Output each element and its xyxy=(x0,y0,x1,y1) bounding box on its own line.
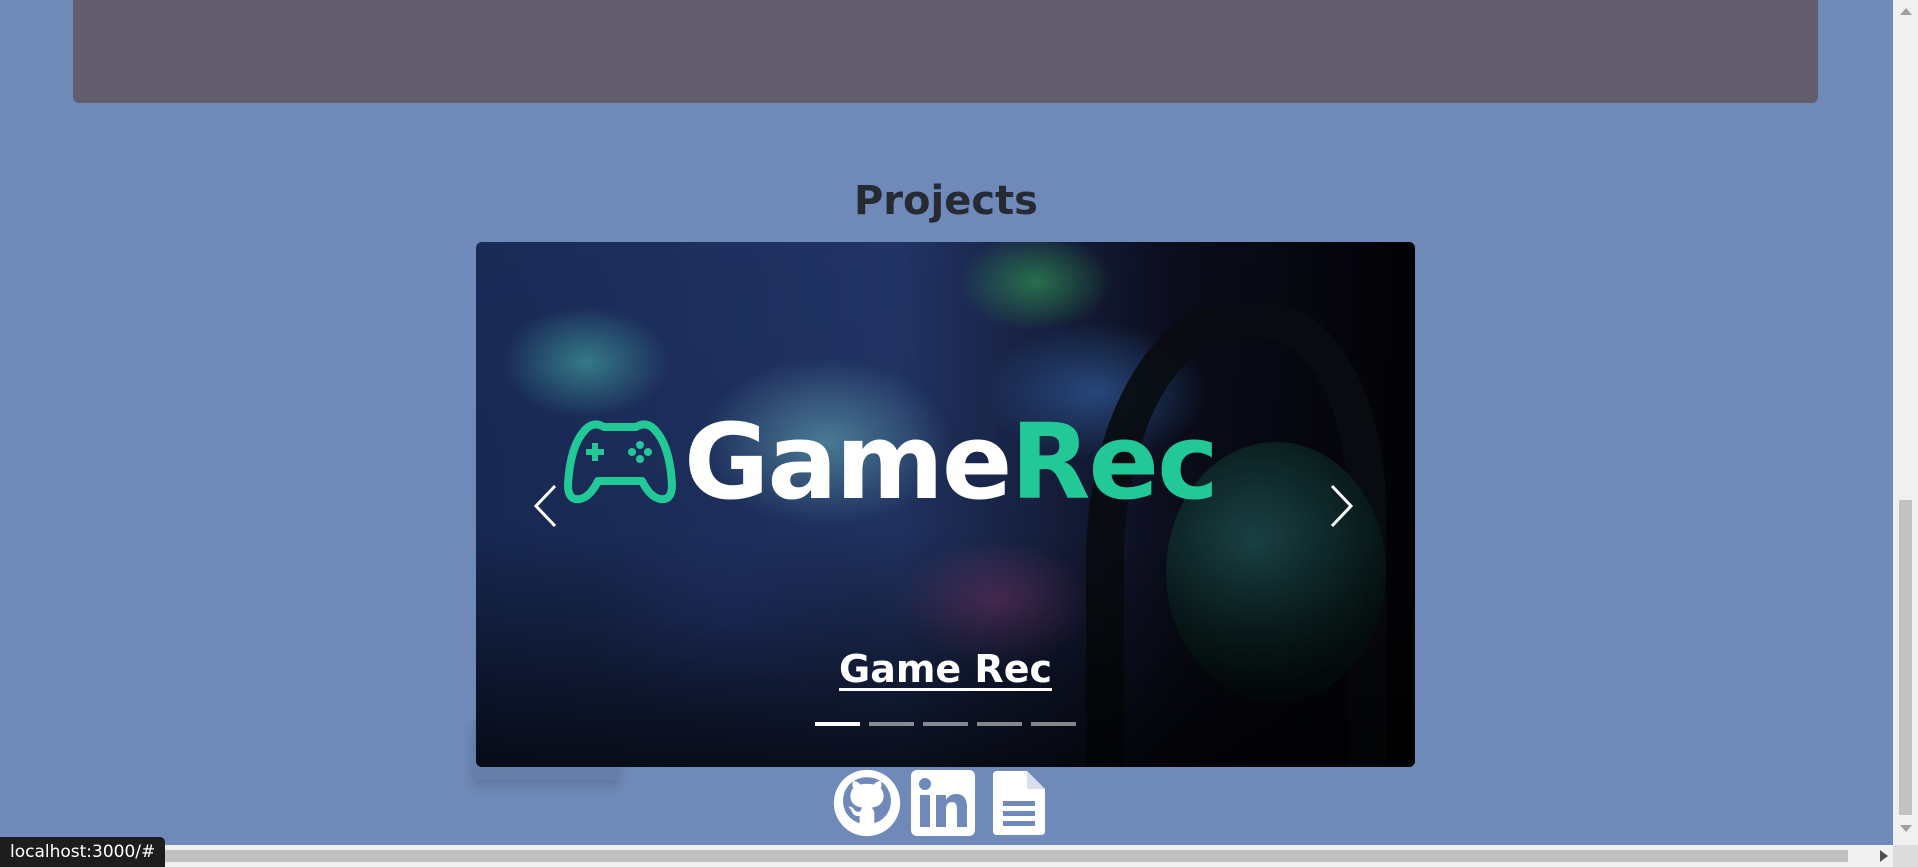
project-link[interactable]: Game Rec xyxy=(839,647,1052,691)
linkedin-link[interactable] xyxy=(908,767,978,839)
carousel-indicator[interactable] xyxy=(923,722,968,726)
intro-panel xyxy=(73,0,1818,103)
logo-wordmark: GameRec xyxy=(684,410,1219,514)
chevron-left-icon xyxy=(533,484,557,528)
logo-word-game: Game xyxy=(684,401,1012,523)
carousel-next-button[interactable] xyxy=(1311,476,1371,536)
github-link[interactable] xyxy=(832,767,902,839)
carousel-caption: Game Rec xyxy=(476,647,1415,691)
carousel-indicator[interactable] xyxy=(1031,722,1076,726)
carousel-indicator[interactable] xyxy=(815,722,860,726)
social-links xyxy=(832,767,1054,839)
vertical-scroll-thumb[interactable] xyxy=(1899,500,1912,815)
scroll-up-arrow[interactable] xyxy=(1900,8,1912,15)
logo-word-rec: Rec xyxy=(1010,401,1218,523)
horizontal-scrollbar[interactable] xyxy=(0,845,1893,867)
carousel-prev-button[interactable] xyxy=(516,476,576,536)
chevron-right-icon xyxy=(1330,484,1354,528)
github-icon xyxy=(833,769,901,837)
gamerec-logo: GameRec xyxy=(564,410,1219,514)
carousel-indicator[interactable] xyxy=(869,722,914,726)
horizontal-scroll-thumb[interactable] xyxy=(148,850,1848,862)
scroll-down-arrow[interactable] xyxy=(1900,825,1912,832)
vertical-scrollbar[interactable] xyxy=(1893,0,1918,845)
linkedin-icon xyxy=(911,770,975,836)
projects-carousel[interactable]: GameRec Game Rec xyxy=(476,242,1415,767)
carousel-indicator[interactable] xyxy=(977,722,1022,726)
projects-heading: Projects xyxy=(853,178,1038,224)
scrollbar-corner xyxy=(1893,845,1918,867)
gamepad-icon xyxy=(564,420,676,504)
carousel-indicators xyxy=(476,722,1415,726)
document-icon xyxy=(993,771,1045,835)
status-bar-url: localhost:3000/# xyxy=(0,837,166,867)
resume-link[interactable] xyxy=(984,767,1054,839)
scroll-right-arrow[interactable] xyxy=(1880,850,1888,862)
